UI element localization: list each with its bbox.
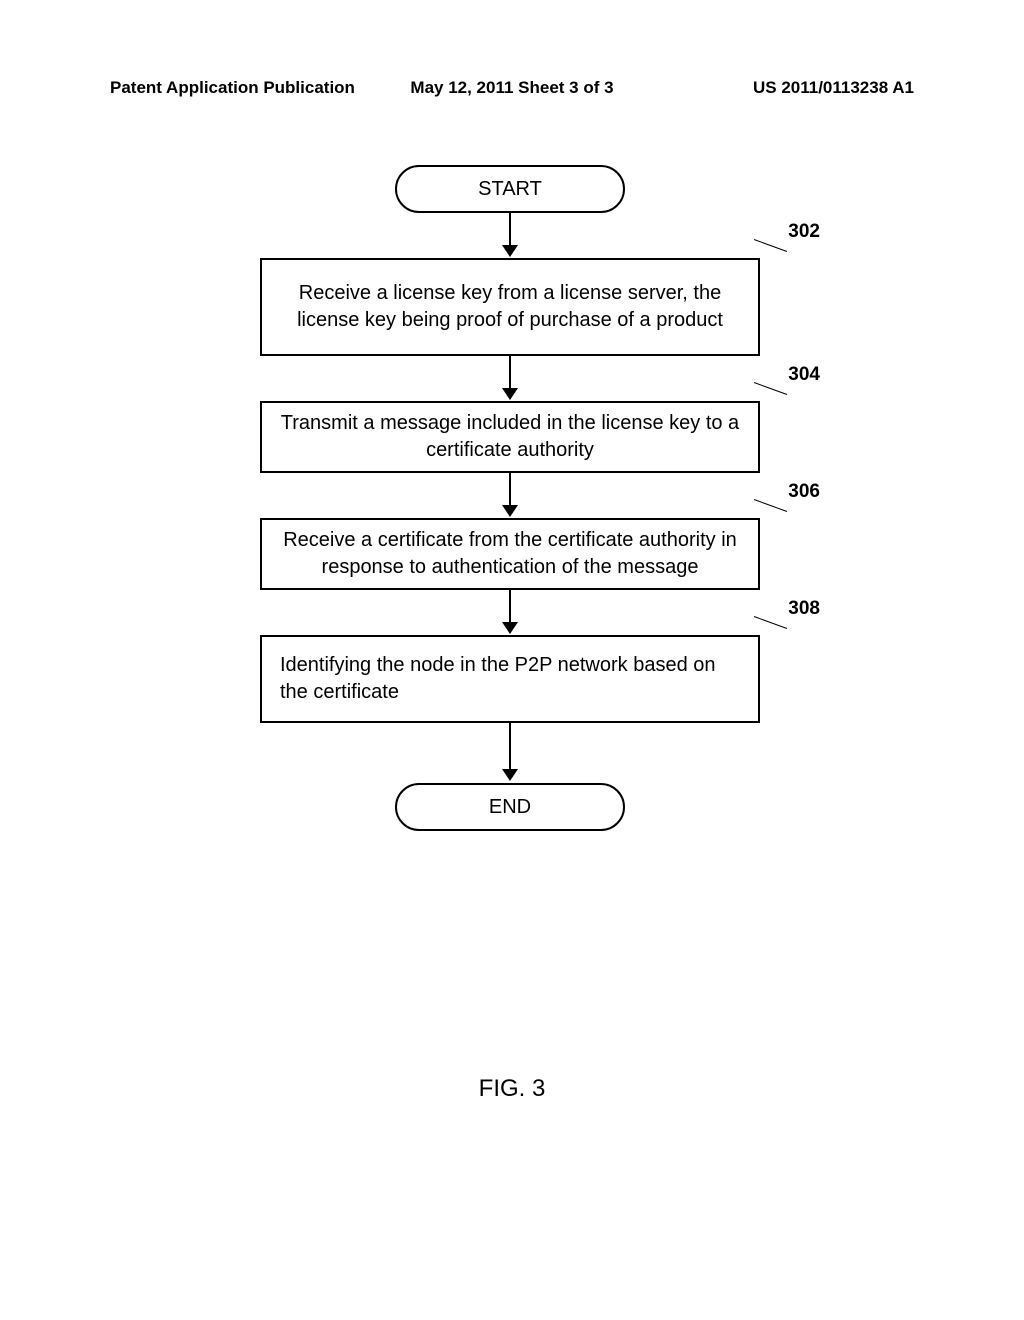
arrow-2: 304 xyxy=(260,356,760,401)
arrow-5 xyxy=(260,723,760,783)
start-label: START xyxy=(478,178,542,201)
header-publication-type: Patent Application Publication xyxy=(110,78,378,98)
end-label: END xyxy=(489,796,531,819)
process-box-302: Receive a license key from a license ser… xyxy=(260,258,760,356)
process-text-308: Identifying the node in the P2P network … xyxy=(280,652,740,706)
arrow-1: 302 xyxy=(260,213,760,258)
process-text-306: Receive a certificate from the certifica… xyxy=(280,527,740,581)
step-number-302: 302 xyxy=(788,221,820,243)
header-date-sheet: May 12, 2011 Sheet 3 of 3 xyxy=(378,78,646,98)
arrow-3: 306 xyxy=(260,473,760,518)
flowchart-diagram: START 302 Receive a license key from a l… xyxy=(260,165,760,831)
header-patent-number: US 2011/0113238 A1 xyxy=(646,78,914,98)
arrow-4: 308 xyxy=(260,590,760,635)
process-box-308: Identifying the node in the P2P network … xyxy=(260,635,760,723)
step-number-308: 308 xyxy=(788,598,820,620)
figure-caption: FIG. 3 xyxy=(479,1075,546,1103)
process-box-306: Receive a certificate from the certifica… xyxy=(260,518,760,590)
start-terminal: START xyxy=(395,165,625,213)
step-number-304: 304 xyxy=(788,364,820,386)
process-box-304: Transmit a message included in the licen… xyxy=(260,401,760,473)
step-number-306: 306 xyxy=(788,481,820,503)
process-text-302: Receive a license key from a license ser… xyxy=(280,280,740,334)
document-header: Patent Application Publication May 12, 2… xyxy=(0,0,1024,98)
end-terminal: END xyxy=(395,783,625,831)
process-text-304: Transmit a message included in the licen… xyxy=(280,410,740,464)
